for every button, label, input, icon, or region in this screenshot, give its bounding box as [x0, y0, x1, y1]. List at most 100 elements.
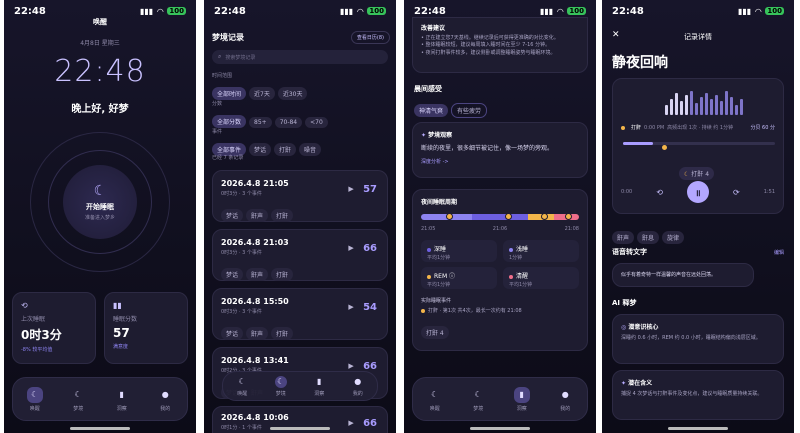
record-card[interactable]: 2026.4.8 21:03 0时3分 · 3 个事件 梦话 鼾声 打鼾 ▶ 66	[212, 229, 388, 281]
tips-card: 改善建议 • 正在建立您7天基线。继续记录后可获得更准确的对比变化。 • 整体睡…	[412, 17, 588, 73]
play-icon[interactable]: ▶	[345, 242, 357, 254]
wifi-icon: ◠	[157, 6, 164, 16]
chart-icon: ▮	[513, 386, 530, 403]
search-input[interactable]: 搜索梦境记录	[225, 54, 255, 61]
chip-30days[interactable]: 近30天	[277, 87, 308, 100]
event-marker[interactable]	[541, 213, 548, 220]
score-card[interactable]: ▮▮ 睡眠分数 57 满意度	[104, 292, 188, 364]
stage-box-rem: REM ⓘ 平均1分钟	[421, 267, 497, 289]
event-filter-label: 事件	[212, 129, 223, 135]
chip-tired[interactable]: 有些疲劳	[451, 103, 488, 118]
nav-insight[interactable]: ▮ 洞察	[107, 387, 137, 412]
nav-profile[interactable]: ● 我的	[550, 387, 580, 412]
sparkle-icon: ✦	[621, 380, 627, 387]
event-marker[interactable]	[505, 213, 512, 220]
chip-snore[interactable]: 打鼾	[274, 143, 297, 156]
nav-insight[interactable]: ▮ 洞察	[304, 376, 334, 397]
tag-chip[interactable]: 旋律	[662, 231, 685, 244]
play-icon[interactable]: ▶	[345, 301, 357, 313]
status-bar: 22:48 ▮▮▮ ◠ 100	[414, 4, 586, 18]
home-indicator	[70, 427, 130, 430]
chip-85[interactable]: 85+	[249, 117, 272, 128]
tip-item: • 整体睡眠较短，建议每周填入睡时间在至少 7-16 分钟。	[421, 42, 551, 49]
play-icon[interactable]: ▶	[345, 183, 357, 195]
waveform-bar	[705, 93, 708, 115]
phone-record-detail: 22:48 ▮▮▮ ◠ 100 ✕ 记录详情 静夜回响 打鼾 0:00 PM 高频出…	[602, 0, 794, 433]
rewind-icon[interactable]: ⟲	[656, 188, 663, 197]
event-marker[interactable]	[565, 213, 572, 220]
nav-home[interactable]: ☾ 唤醒	[20, 386, 50, 412]
moon-icon: ☾	[474, 390, 482, 399]
waveform-bar	[670, 99, 673, 115]
start-sleep-button[interactable]: ☾ 开始睡眠 准备进入梦乡	[63, 165, 137, 239]
waveform-bar	[725, 91, 728, 115]
deep-dot	[427, 247, 431, 252]
events-title: 实际睡眠事件	[421, 298, 452, 304]
player-controls: 0:00 ⟲ ॥ ⟳ 1:51	[621, 181, 775, 203]
record-tag: 鼾声	[246, 209, 269, 222]
dream-title: 梦境观察	[428, 132, 453, 139]
transcript-edit[interactable]: 编辑	[774, 249, 784, 256]
last-sleep-card[interactable]: ⟲ 上次睡眠 0时3分 -8% 较平均值	[12, 292, 96, 364]
signal-icon: ▮▮▮	[738, 6, 752, 16]
moon-icon: ☾	[274, 375, 287, 388]
forward-icon[interactable]: ⟳	[733, 188, 740, 197]
timeline-title: 夜间睡眠周期	[421, 199, 458, 206]
play-icon[interactable]: ▶	[345, 417, 357, 429]
chip-refreshed[interactable]: 神清气爽	[414, 104, 449, 117]
moon-icon: ☾	[93, 183, 107, 199]
record-tag: 鼾声	[246, 327, 269, 340]
event-chip[interactable]: 打鼾 4	[421, 326, 449, 339]
time-end: 1:51	[763, 189, 775, 195]
nav-dream[interactable]: ☾ 梦境	[63, 387, 93, 412]
nav-home[interactable]: ☾ 唤醒	[227, 376, 257, 397]
nav-profile[interactable]: ● 我的	[343, 376, 373, 397]
phone-insight: 22:48 ▮▮▮ ◠ 100 改善建议 • 正在建立您7天基线。继续记录后可获得更…	[404, 0, 596, 433]
record-card[interactable]: 2026.4.8 15:50 0时3分 · 3 个事件 梦话 鼾声 打鼾 ▶ 54	[212, 288, 388, 340]
chip-all-time[interactable]: 全部时间	[212, 87, 247, 100]
ai-card: ◎ 潜意识核心 深睡约 0.6 小时，REM 约 0.0 小时，睡眠结构偏向浅层…	[612, 314, 784, 364]
record-score: 66	[363, 242, 377, 254]
chip-70-84[interactable]: 70-84	[274, 117, 303, 128]
nav-dream[interactable]: ☾ 梦境	[463, 387, 493, 412]
sparkle-icon: ✦	[421, 132, 427, 139]
waveform-bar	[680, 101, 683, 115]
feel-chips: 神清气爽 有些疲劳	[414, 98, 490, 118]
sleep-cycle-card: 夜间睡眠周期 21:05 21:06 21:08 深睡 平均1分钟 浅睡 1分钟 REM…	[412, 189, 588, 351]
progress-marker[interactable]	[662, 145, 667, 150]
snore-chip[interactable]: ☾ 打鼾 4	[678, 167, 715, 180]
tag-chip[interactable]: 鼾声	[612, 231, 635, 244]
record-score: 54	[363, 301, 377, 313]
page-title: 梦境记录	[212, 33, 244, 42]
nav-home[interactable]: ☾ 唤醒	[420, 387, 450, 412]
waveform-bar	[690, 91, 693, 115]
score-sub: 满意度	[113, 344, 129, 350]
chip-noise[interactable]: 噪音	[299, 143, 322, 156]
search-box[interactable]: ⌕ 搜索梦境记录	[212, 50, 388, 64]
calendar-button[interactable]: 查看日历(8)	[350, 31, 390, 44]
nav-insight[interactable]: ▮ 洞察	[507, 386, 537, 412]
chip-7days[interactable]: 近7天	[249, 87, 275, 100]
stage-box-awake: 清醒 平均1分钟	[503, 267, 579, 289]
nav-dream[interactable]: ☾ 梦境	[266, 375, 296, 397]
event-marker[interactable]	[446, 213, 453, 220]
chip-lt70[interactable]: <70	[305, 117, 328, 128]
clock: 22:48	[54, 54, 146, 89]
awake-dot	[509, 274, 513, 279]
chip-talk[interactable]: 梦话	[249, 143, 272, 156]
header-title: 记录详情	[684, 33, 712, 41]
rem-dot	[427, 274, 431, 279]
record-card[interactable]: 2026.4.8 21:05 0时3分 · 3 个事件 梦话 鼾声 打鼾 ▶ 57	[212, 170, 388, 222]
ai-title: AI 释梦	[612, 299, 637, 307]
pause-button[interactable]: ॥	[687, 181, 709, 203]
waveform-bar	[695, 103, 698, 115]
dream-link[interactable]: 深度分析 ->	[421, 158, 579, 165]
chip-all-score[interactable]: 全部分数	[212, 115, 247, 128]
nav-profile[interactable]: ● 我的	[150, 387, 180, 412]
progress-track[interactable]	[623, 142, 775, 145]
tag-row: 鼾声 鼾息 旋律	[612, 225, 687, 244]
tag-chip[interactable]: 鼾息	[637, 231, 660, 244]
battery-icon: 100	[765, 7, 784, 15]
start-sleep-sub: 准备进入梦乡	[84, 215, 115, 221]
home-indicator	[470, 427, 530, 430]
